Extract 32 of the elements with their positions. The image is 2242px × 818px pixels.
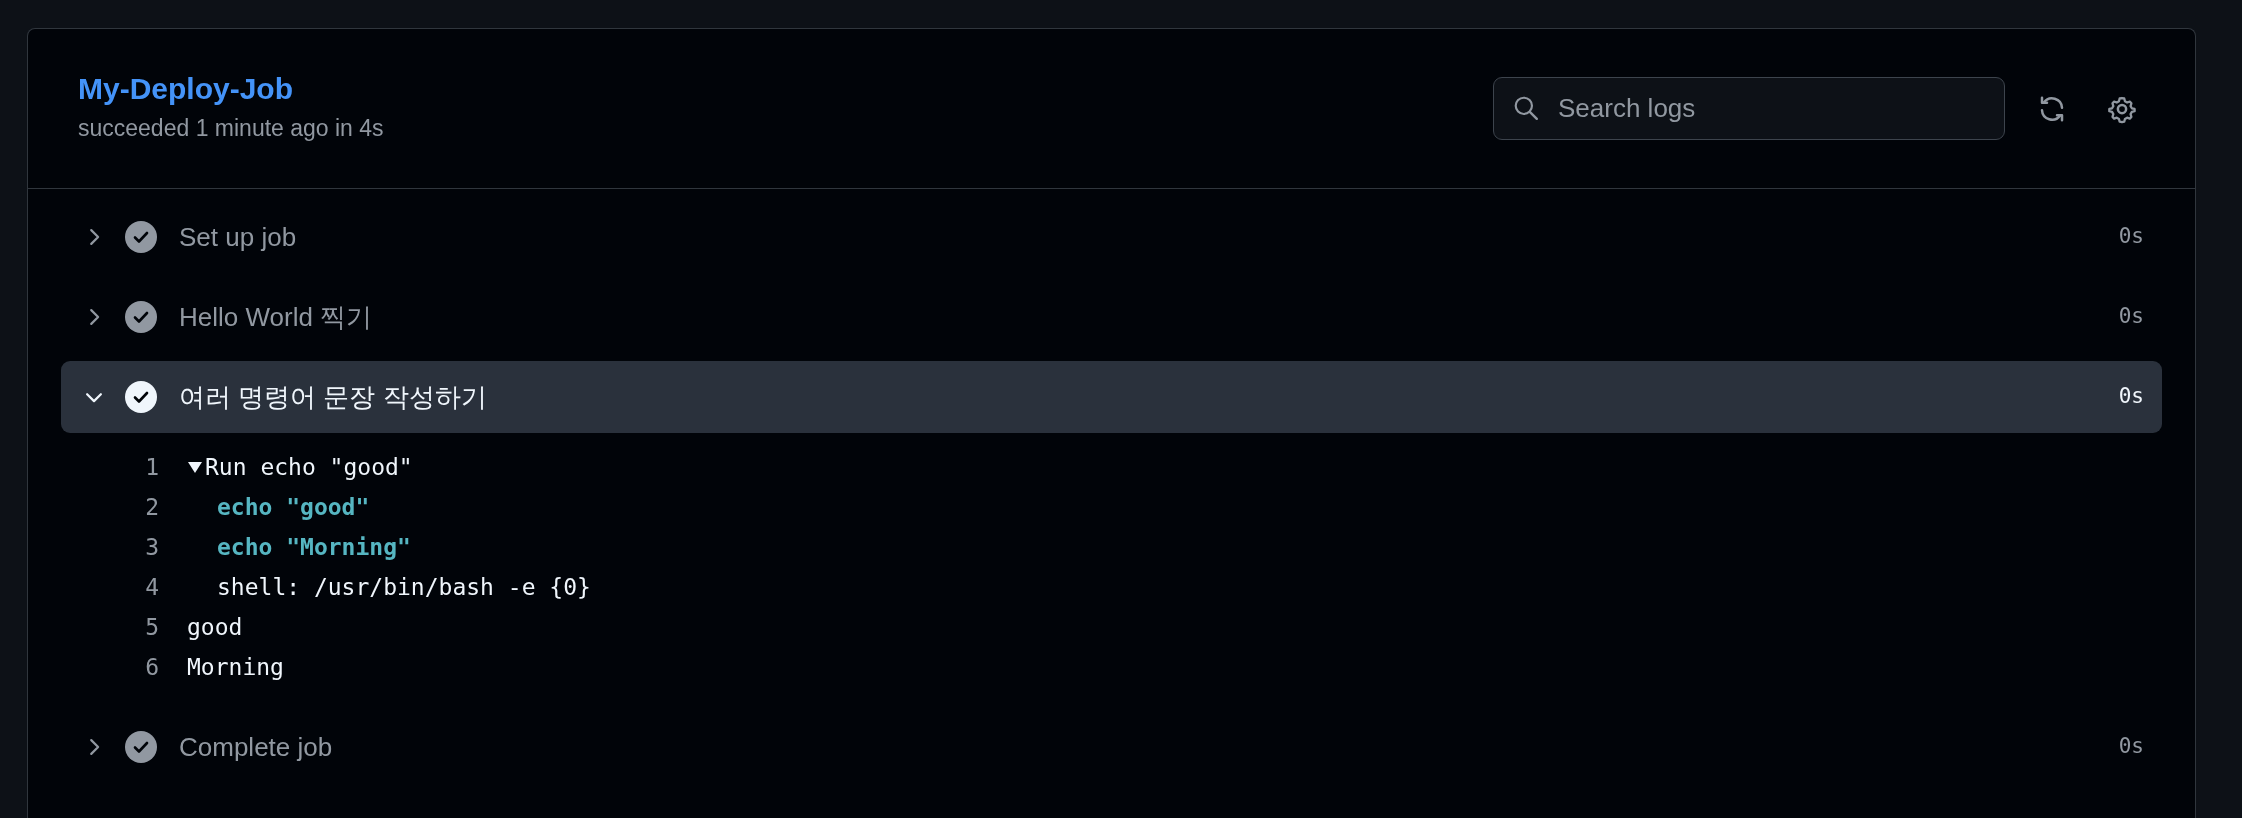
line-number: 4 [144,572,160,602]
check-circle-icon [125,731,157,763]
check-circle-icon [125,301,157,333]
log-text: Run echo "good" [205,452,413,482]
step-duration: 0s [2118,383,2144,411]
step-duration: 0s [2118,223,2144,251]
line-number: 1 [144,452,160,482]
log-text: good [187,612,243,642]
search-field[interactable]: Search logs [1493,77,2005,140]
step-row[interactable]: Hello World 찍기 0s [61,281,2162,353]
step-name: Hello World 찍기 [179,300,373,334]
command-text: echo "good" [217,492,370,522]
step-row[interactable]: 여러 명령어 문장 작성하기 0s [61,361,2162,433]
command-text: echo "Morning" [217,532,411,562]
step-name: 여러 명령어 문장 작성하기 [179,380,487,414]
line-number: 2 [144,492,160,522]
step-name: Set up job [179,220,297,254]
step-row[interactable]: Complete job 0s [61,711,2162,783]
check-circle-icon [125,221,157,253]
triangle-icon[interactable] [187,459,203,475]
step-duration: 0s [2118,733,2144,761]
job-title-link[interactable]: My-Deploy-Job [78,72,293,106]
check-circle-icon [125,381,157,413]
step-row[interactable]: Set up job 0s [61,201,2162,273]
job-status-text: succeeded 1 minute ago in 4s [78,114,384,144]
log-text: Morning [187,652,284,682]
log-text: shell: /usr/bin/bash -e {0} [217,572,591,602]
step-duration: 0s [2118,303,2144,331]
line-number: 6 [144,652,160,682]
line-number: 5 [144,612,160,642]
step-name: Complete job [179,730,333,764]
line-number: 3 [144,532,160,562]
